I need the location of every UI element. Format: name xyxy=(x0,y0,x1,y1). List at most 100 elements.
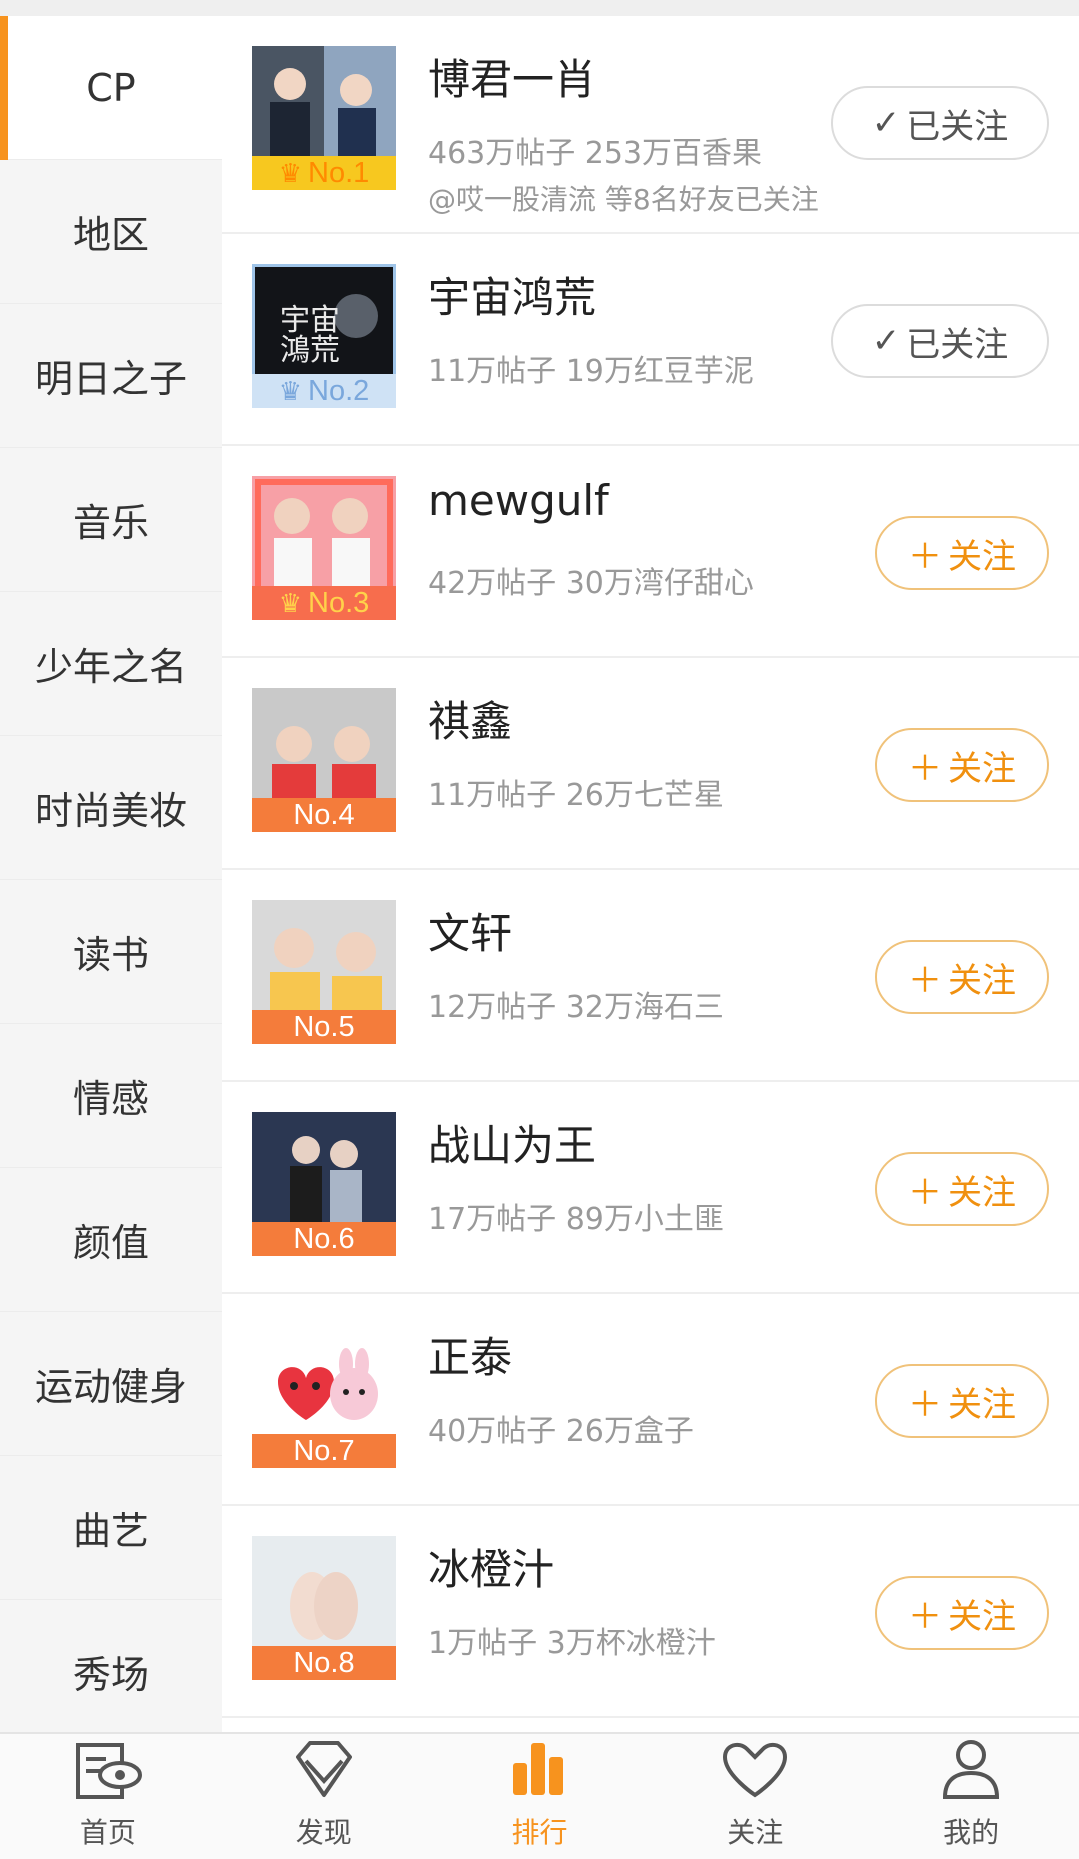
follow-button[interactable]: ✓ 已关注 xyxy=(831,86,1049,160)
heart-icon xyxy=(723,1742,788,1798)
crown-icon: ♛ xyxy=(278,158,303,188)
rank-badge: ♛ No.3 xyxy=(252,586,396,620)
sidebar-item-label: 秀场 xyxy=(72,1653,149,1697)
list-item[interactable]: No.6 战山为王 17万帖子 89万小土匪 ＋关注 xyxy=(222,1082,1079,1294)
topic-name: mewgulf xyxy=(428,476,609,525)
list-item[interactable]: No.7 正泰 40万帖子 26万盒子 ＋关注 xyxy=(222,1294,1079,1506)
sidebar-item-fitness[interactable]: 运动健身 xyxy=(0,1312,222,1456)
topic-stats: 42万帖子 30万湾仔甜心 xyxy=(428,566,754,601)
topic-name: 宇宙鸿荒 xyxy=(428,273,597,322)
ranking-list: ♛ No.1 博君一肖 463万帖子 253万百香果 @哎一股清流 等8名好友已关… xyxy=(222,16,1079,1732)
plus-icon: ＋ xyxy=(908,1384,942,1425)
sidebar-item-label: 地区 xyxy=(72,213,149,257)
rank-badge: ♛ No.2 xyxy=(252,374,396,408)
top-strip xyxy=(0,0,1079,16)
follow-button[interactable]: ＋关注 xyxy=(875,728,1049,802)
sidebar-item-label: 明日之子 xyxy=(34,357,187,401)
sidebar-item-opera[interactable]: 曲艺 xyxy=(0,1456,222,1600)
topic-stats: 12万帖子 32万海石三 xyxy=(428,990,724,1025)
nav-ranking[interactable]: 排行 xyxy=(432,1734,648,1859)
follow-button[interactable]: ＋关注 xyxy=(875,516,1049,590)
nav-me[interactable]: 我的 xyxy=(863,1734,1079,1859)
app: CP 地区 明日之子 音乐 少年之名 时尚美妆 读书 情感 颜值 运动健身 曲艺… xyxy=(0,0,1079,1859)
topic-name: 文轩 xyxy=(428,909,513,958)
rank-badge: No.4 xyxy=(252,798,396,832)
topic-stats: 463万帖子 253万百香果 xyxy=(428,136,763,171)
svg-text:鴻荒: 鴻荒 xyxy=(280,333,340,368)
sidebar-item-reading[interactable]: 读书 xyxy=(0,880,222,1024)
diamond-icon xyxy=(295,1741,352,1797)
sidebar-item-tomorrow[interactable]: 明日之子 xyxy=(0,304,222,448)
nav-follow[interactable]: 关注 xyxy=(647,1734,863,1859)
nav-label: 我的 xyxy=(943,1816,1000,1849)
follow-button[interactable]: ＋关注 xyxy=(875,1152,1049,1226)
follow-button[interactable]: ＋关注 xyxy=(875,940,1049,1014)
follow-button[interactable]: ＋关注 xyxy=(875,1576,1049,1650)
profile-icon xyxy=(943,1740,1000,1799)
sidebar-item-label: 情感 xyxy=(72,1077,149,1121)
thumbnail[interactable]: No.5 xyxy=(252,900,396,1044)
sidebar-item-label: CP xyxy=(86,65,136,110)
crown-icon: ♛ xyxy=(278,376,303,406)
thumbnail[interactable]: No.7 xyxy=(252,1324,396,1468)
check-icon: ✓ xyxy=(871,321,901,361)
sidebar-item-fashion[interactable]: 时尚美妆 xyxy=(0,736,222,880)
check-icon: ✓ xyxy=(871,103,901,143)
rank-badge: No.6 xyxy=(252,1222,396,1256)
sidebar-item-label: 读书 xyxy=(72,933,149,977)
follow-button[interactable]: ＋关注 xyxy=(875,1364,1049,1438)
thumbnail[interactable]: No.8 xyxy=(252,1536,396,1680)
topic-stats: 1万帖子 3万杯冰橙汁 xyxy=(428,1626,716,1661)
thumbnail[interactable]: No.4 xyxy=(252,688,396,832)
category-sidebar: CP 地区 明日之子 音乐 少年之名 时尚美妆 读书 情感 颜值 运动健身 曲艺… xyxy=(0,16,222,1744)
rank-badge: No.7 xyxy=(252,1434,396,1468)
nav-label: 首页 xyxy=(79,1816,136,1849)
list-item[interactable]: No.8 冰橙汁 1万帖子 3万杯冰橙汁 ＋关注 xyxy=(222,1506,1079,1718)
plus-icon: ＋ xyxy=(908,536,942,577)
topic-name: 正泰 xyxy=(428,1333,513,1382)
plus-icon: ＋ xyxy=(908,1596,942,1637)
nav-discover[interactable]: 发现 xyxy=(216,1734,432,1859)
nav-label: 排行 xyxy=(511,1816,568,1849)
plus-icon: ＋ xyxy=(908,1172,942,1213)
thumbnail[interactable]: ♛ No.3 xyxy=(252,476,396,620)
sidebar-item-looks[interactable]: 颜值 xyxy=(0,1168,222,1312)
sidebar-item-label: 曲艺 xyxy=(72,1509,149,1553)
topic-name: 祺鑫 xyxy=(428,697,513,746)
thumbnail[interactable]: ♛ No.1 xyxy=(252,46,396,190)
topic-stats: 40万帖子 26万盒子 xyxy=(428,1414,694,1449)
ranking-icon xyxy=(513,1743,564,1795)
sidebar-item-show[interactable]: 秀场 xyxy=(0,1600,222,1744)
nav-label: 关注 xyxy=(727,1816,784,1849)
list-item[interactable]: ♛ No.3 mewgulf 42万帖子 30万湾仔甜心 ＋关注 xyxy=(222,446,1079,658)
rank-badge: No.5 xyxy=(252,1010,396,1044)
sidebar-item-label: 时尚美妆 xyxy=(34,789,187,833)
sidebar-item-emotion[interactable]: 情感 xyxy=(0,1024,222,1168)
topic-stats: 11万帖子 19万红豆芋泥 xyxy=(428,354,754,389)
nav-home[interactable]: 首页 xyxy=(0,1734,216,1859)
list-item[interactable]: 宇宙 鴻荒 ♛ No.2 宇宙鸿荒 11万帖子 19万红豆芋泥 ✓ 已关注 xyxy=(222,234,1079,446)
sidebar-item-region[interactable]: 地区 xyxy=(0,160,222,304)
list-item[interactable]: No.5 文轩 12万帖子 32万海石三 ＋关注 xyxy=(222,870,1079,1082)
thumbnail[interactable]: 宇宙 鴻荒 ♛ No.2 xyxy=(252,264,396,408)
topic-stats: 11万帖子 26万七芒星 xyxy=(428,778,724,813)
rank-badge: ♛ No.1 xyxy=(252,156,396,190)
list-item[interactable]: ♛ No.1 博君一肖 463万帖子 253万百香果 @哎一股清流 等8名好友已关… xyxy=(222,16,1079,234)
rank-badge: No.8 xyxy=(252,1646,396,1680)
sidebar-item-label: 少年之名 xyxy=(34,645,187,689)
list-item[interactable]: No.4 祺鑫 11万帖子 26万七芒星 ＋关注 xyxy=(222,658,1079,870)
topic-stats: 17万帖子 89万小土匪 xyxy=(428,1202,724,1237)
topic-name: 战山为王 xyxy=(428,1121,597,1170)
sidebar-item-label: 颜值 xyxy=(72,1221,149,1265)
thumbnail[interactable]: No.6 xyxy=(252,1112,396,1256)
sidebar-item-music[interactable]: 音乐 xyxy=(0,448,222,592)
topic-name: 博君一肖 xyxy=(428,55,597,104)
friends-following: @哎一股清流 等8名好友已关注 xyxy=(428,183,819,216)
plus-icon: ＋ xyxy=(908,960,942,1001)
sidebar-item-youth[interactable]: 少年之名 xyxy=(0,592,222,736)
sidebar-item-cp[interactable]: CP xyxy=(0,16,222,160)
follow-button[interactable]: ✓ 已关注 xyxy=(831,304,1049,378)
plus-icon: ＋ xyxy=(908,748,942,789)
home-icon xyxy=(75,1743,142,1799)
sidebar-item-label: 运动健身 xyxy=(34,1365,187,1409)
